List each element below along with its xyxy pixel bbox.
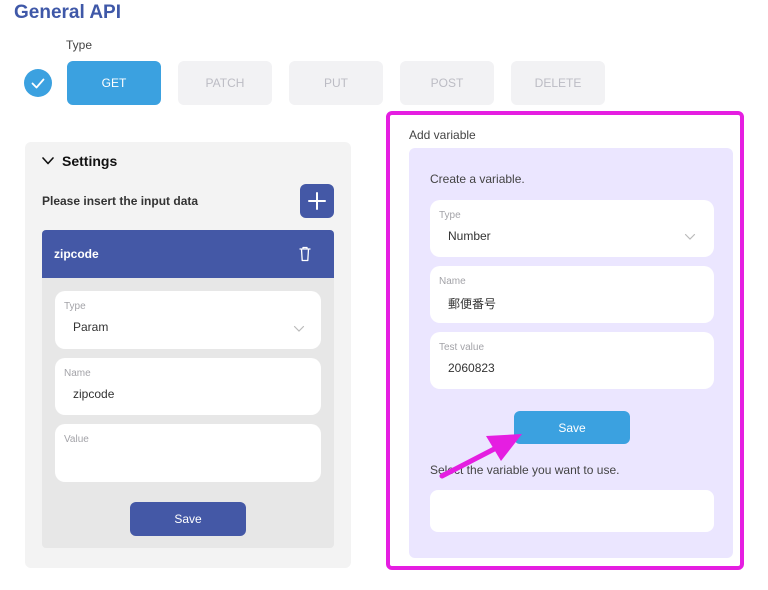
method-put-button[interactable]: PUT <box>289 61 383 105</box>
chevron-down-icon <box>293 325 305 332</box>
input-card-title: zipcode <box>54 247 99 261</box>
field-value: zipcode <box>73 387 115 401</box>
save-input-button[interactable]: Save <box>130 502 246 536</box>
method-patch-button[interactable]: PATCH <box>178 61 272 105</box>
page-title: General API <box>14 2 122 23</box>
type-select[interactable]: Type Param <box>55 291 321 349</box>
field-label: Name <box>64 368 91 379</box>
settings-title: Settings <box>62 153 118 169</box>
field-label: Value <box>64 434 89 445</box>
method-get-button[interactable]: GET <box>67 61 161 105</box>
trash-icon[interactable] <box>297 245 313 263</box>
field-label: Type <box>64 301 86 312</box>
add-input-button[interactable] <box>300 184 334 218</box>
type-label: Type <box>66 38 93 52</box>
highlight-box <box>386 111 744 570</box>
chevron-down-icon <box>42 157 54 165</box>
input-card-zipcode: zipcode Type Param Name zipcode Value <box>42 230 334 548</box>
method-delete-button[interactable]: DELETE <box>511 61 605 105</box>
value-field[interactable]: Value <box>55 424 321 482</box>
check-circle-icon <box>24 69 52 97</box>
settings-toggle[interactable]: Settings <box>42 153 117 169</box>
input-card-header: zipcode <box>42 230 334 278</box>
name-field[interactable]: Name zipcode <box>55 358 321 415</box>
insert-data-label: Please insert the input data <box>42 194 199 208</box>
plus-icon <box>308 192 326 210</box>
field-value: Param <box>73 320 109 334</box>
method-post-button[interactable]: POST <box>400 61 494 105</box>
